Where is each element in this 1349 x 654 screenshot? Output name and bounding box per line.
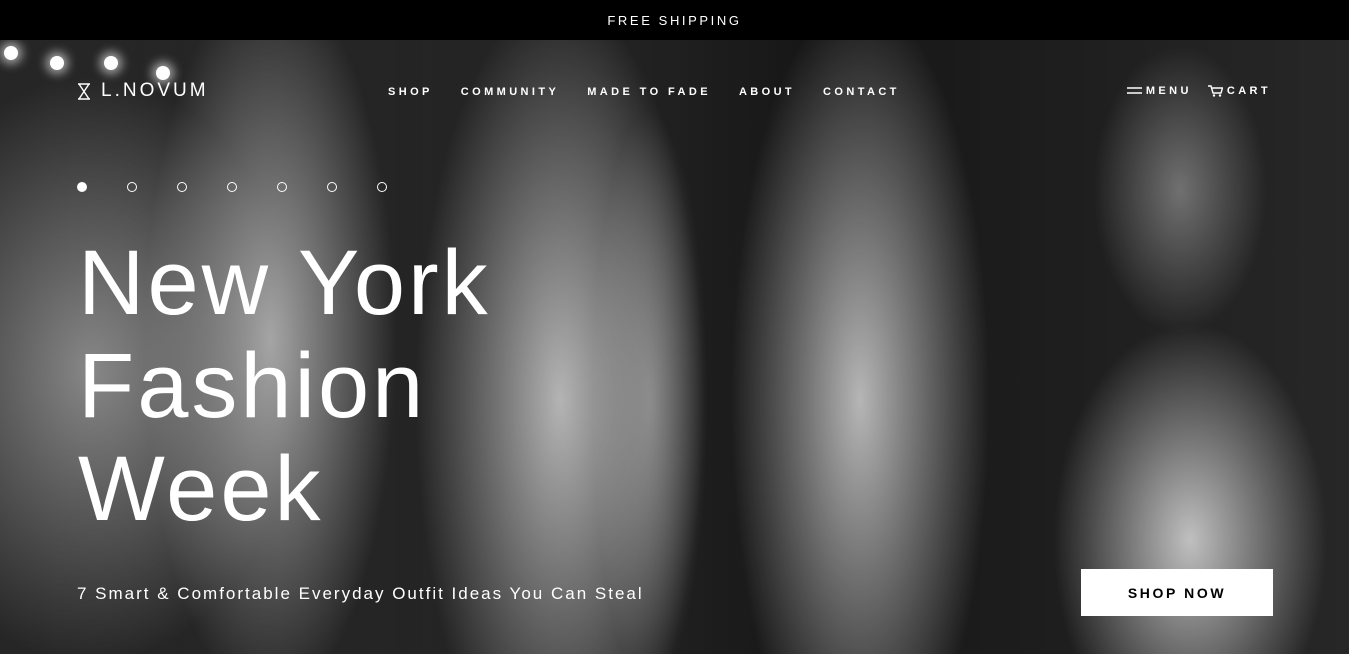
hourglass-icon: [78, 82, 90, 100]
slide-dot-5[interactable]: [277, 182, 287, 192]
announcement-bar: FREE SHIPPING: [0, 0, 1349, 40]
menu-label: MENU: [1145, 85, 1192, 97]
slide-dot-1[interactable]: [77, 182, 87, 192]
shop-now-button[interactable]: SHOP NOW: [1081, 569, 1273, 616]
cart-icon: [1207, 85, 1223, 97]
hero-headline: New York Fashion Week: [78, 232, 491, 541]
cart-button[interactable]: CART: [1207, 85, 1271, 97]
hero-subtitle: 7 Smart & Comfortable Everyday Outfit Id…: [77, 584, 644, 603]
brand-name: L.NOVUM: [101, 80, 209, 101]
stage-light: [4, 46, 18, 60]
headline-line-3: Week: [78, 438, 324, 540]
utility-nav: MENU CART: [1126, 85, 1271, 97]
stage-light: [104, 56, 118, 70]
hamburger-icon: [1126, 87, 1142, 94]
slide-dot-4[interactable]: [227, 182, 237, 192]
slider-pagination: [77, 182, 387, 192]
headline-line-1: New York: [78, 232, 491, 334]
cart-label: CART: [1226, 85, 1271, 97]
slide-dot-2[interactable]: [127, 182, 137, 192]
nav-made-to-fade[interactable]: MADE TO FADE: [587, 86, 711, 98]
stage-light: [50, 56, 64, 70]
nav-shop[interactable]: SHOP: [388, 86, 433, 98]
main-nav: SHOP COMMUNITY MADE TO FADE ABOUT CONTAC…: [388, 86, 900, 98]
nav-contact[interactable]: CONTACT: [823, 86, 900, 98]
nav-about[interactable]: ABOUT: [739, 86, 795, 98]
brand-logo[interactable]: L.NOVUM: [77, 80, 209, 102]
headline-line-2: Fashion: [78, 335, 427, 437]
slide-dot-7[interactable]: [377, 182, 387, 192]
free-shipping-text: FREE SHIPPING: [607, 12, 742, 28]
menu-button[interactable]: MENU: [1126, 85, 1192, 97]
nav-community[interactable]: COMMUNITY: [461, 86, 559, 98]
slide-dot-3[interactable]: [177, 182, 187, 192]
stage-light: [156, 66, 170, 80]
slide-dot-6[interactable]: [327, 182, 337, 192]
